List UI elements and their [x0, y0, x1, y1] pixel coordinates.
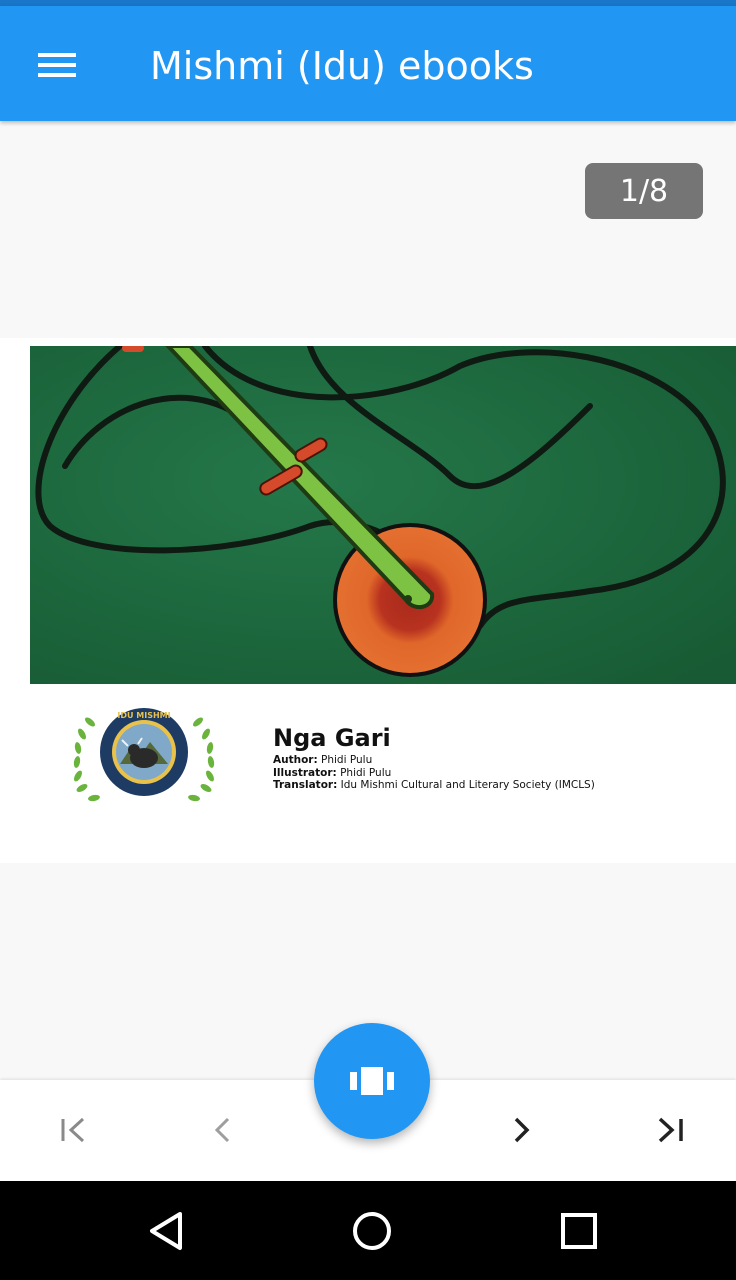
app-bar: Mishmi (Idu) ebooks: [0, 6, 736, 121]
next-page-button[interactable]: [489, 1100, 553, 1160]
hamburger-menu-icon: [38, 53, 76, 77]
menu-button[interactable]: [28, 40, 86, 90]
home-circle-icon: [353, 1212, 391, 1250]
first-page-button[interactable]: [42, 1100, 106, 1160]
system-recents-button[interactable]: [549, 1201, 609, 1261]
last-page-icon: [658, 1117, 683, 1143]
cover-illustration: [30, 346, 736, 684]
book-title: Nga Gari: [273, 724, 391, 752]
page-carousel-icon: [350, 1067, 394, 1095]
book-illustrator: Illustrator: Phidi Pulu: [273, 767, 392, 779]
imcls-logo: IDU MISHMI: [73, 708, 215, 802]
svg-text:IDU MISHMI: IDU MISHMI: [117, 711, 170, 720]
last-page-button[interactable]: [638, 1100, 702, 1160]
book-author: Author: Phidi Pulu: [273, 754, 373, 766]
system-back-button[interactable]: [136, 1201, 196, 1261]
book-translator: Translator: Idu Mishmi Cultural and Lite…: [273, 779, 595, 791]
back-triangle-icon: [150, 1212, 182, 1250]
first-page-icon: [61, 1117, 85, 1143]
chevron-left-icon: [214, 1117, 230, 1143]
chevron-right-icon: [514, 1117, 530, 1143]
book-page[interactable]: IDU MISHMI Nga Gari Author: Phidi Pulu I…: [0, 338, 736, 863]
recents-square-icon: [561, 1213, 597, 1249]
page-indicator: 1/8: [585, 163, 703, 219]
previous-page-button[interactable]: [191, 1100, 255, 1160]
system-navigation-bar: [0, 1181, 736, 1280]
system-home-button[interactable]: [342, 1201, 402, 1261]
app-title: Mishmi (Idu) ebooks: [150, 44, 534, 88]
page-overview-button[interactable]: [314, 1023, 430, 1139]
